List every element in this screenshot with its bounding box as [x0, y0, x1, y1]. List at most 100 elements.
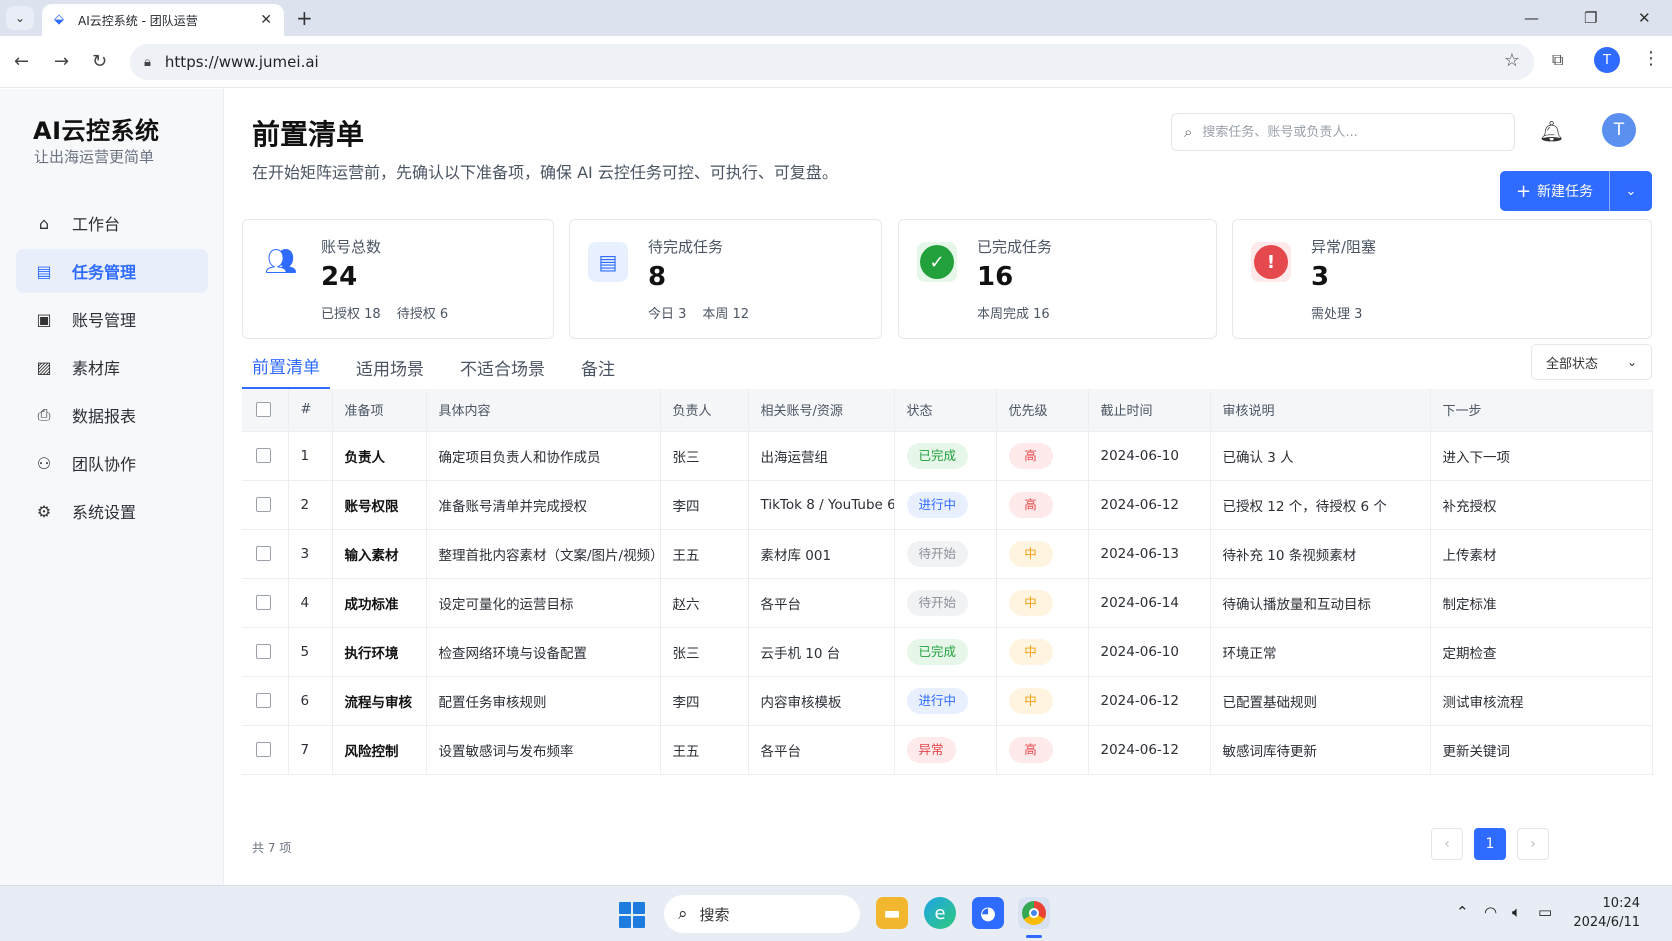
table-row[interactable]: 6 流程与审核 配置任务审核规则 李四 内容审核模板 进行中 中 2024-06-12 已配置基…: [242, 676, 1653, 726]
row-checkbox[interactable]: [256, 742, 271, 757]
back-icon[interactable]: ←: [14, 50, 29, 74]
volume-icon[interactable]: 🔈︎: [1512, 903, 1521, 921]
users-icon: 👥︎: [264, 247, 298, 277]
select-all-checkbox[interactable]: [256, 402, 271, 418]
table-row[interactable]: 2 账号权限 准备账号清单并完成授权 李四 TikTok 8 / YouTube 6 进行…: [242, 480, 1653, 530]
lock-icon[interactable]: 🔒︎: [144, 55, 151, 70]
new-tab-icon[interactable]: +: [296, 6, 313, 30]
edge-browser-icon[interactable]: e: [924, 897, 956, 929]
status-badge: 待开始: [906, 540, 969, 567]
sidebar-item-workbench[interactable]: ⌂ 工作台: [16, 201, 208, 245]
stat-card-completed: ✓ 已完成任务 16 本周完成 16: [898, 219, 1217, 339]
row-checkbox[interactable]: [256, 546, 271, 561]
sidebar-item-accounts[interactable]: ▣ 账号管理: [16, 297, 208, 341]
stat-value: 24: [321, 262, 358, 292]
column-header: 相关账号/资源: [748, 389, 895, 432]
reload-icon[interactable]: ↻: [92, 50, 107, 74]
sidebar-item-label: 账号管理: [72, 311, 137, 330]
extensions-icon[interactable]: ⧉: [1552, 50, 1563, 70]
row-checkbox[interactable]: [256, 497, 271, 512]
address-bar[interactable]: 🔒︎ https://www.jumei.ai ☆: [130, 44, 1534, 80]
prev-page-icon[interactable]: ‹: [1431, 828, 1463, 860]
cell-deadline: 2024-06-12: [1088, 725, 1211, 775]
row-checkbox[interactable]: [256, 595, 271, 610]
cell-resource: 各平台: [748, 578, 895, 628]
column-header: 具体内容: [426, 389, 661, 432]
tray-chevron-up-icon[interactable]: ⌃: [1456, 903, 1469, 921]
table-row[interactable]: 4 成功标准 设定可量化的运营目标 赵六 各平台 待开始 中 2024-06-14 待确认播放量…: [242, 578, 1653, 628]
tab-close-icon[interactable]: ✕: [260, 12, 272, 28]
restore-icon[interactable]: ❐: [1584, 6, 1597, 30]
priority-badge: 中: [1008, 589, 1053, 616]
cell-deadline: 2024-06-13: [1088, 529, 1211, 579]
cell-resource: 各平台: [748, 725, 895, 775]
cell-status: 已完成: [894, 431, 997, 481]
cell-resource: 内容审核模板: [748, 676, 895, 726]
page-button-current[interactable]: 1: [1474, 828, 1506, 860]
cell-content: 设定可量化的运营目标: [426, 578, 661, 628]
cell-owner: 赵六: [660, 578, 749, 628]
sidebar-item-reports[interactable]: ⎙ 数据报表: [16, 393, 208, 437]
file-explorer-icon[interactable]: ▬: [876, 897, 908, 929]
stat-value: 3: [1311, 262, 1330, 292]
user-avatar[interactable]: T: [1602, 113, 1636, 147]
notification-bell-icon[interactable]: 🔔︎: [1539, 119, 1564, 143]
image-icon: ▨: [36, 357, 52, 377]
taskbar-search[interactable]: ⌕ 搜索: [664, 895, 860, 933]
table-row[interactable]: 7 风险控制 设置敏感词与发布频率 王五 各平台 异常 高 2024-06-12 敏感词库待更新…: [242, 725, 1653, 775]
sidebar-item-team[interactable]: ⚇ 团队协作: [16, 441, 208, 485]
cell-deadline: 2024-06-10: [1088, 627, 1211, 677]
tab-notes[interactable]: 备注: [571, 344, 625, 390]
new-task-button[interactable]: + 新建任务 ⌄: [1500, 171, 1652, 211]
sidebar-item-tasks[interactable]: ▤ 任务管理: [16, 249, 208, 293]
row-select-cell: [242, 431, 289, 481]
table-row[interactable]: 1 负责人 确定项目负责人和协作成员 张三 出海运营组 已完成 高 2024-06-10 已确认…: [242, 431, 1653, 481]
row-checkbox[interactable]: [256, 448, 271, 463]
priority-badge: 高: [1008, 442, 1053, 469]
wifi-icon[interactable]: ◠: [1484, 903, 1497, 921]
tab-search-dropdown-icon[interactable]: ⌄: [6, 6, 34, 30]
next-page-icon[interactable]: ›: [1517, 828, 1549, 860]
minimize-icon[interactable]: —: [1524, 6, 1539, 30]
forward-icon[interactable]: →: [54, 50, 69, 74]
search-input[interactable]: [1202, 124, 1493, 140]
stat-label: 已完成任务: [977, 238, 1053, 256]
bookmark-star-icon[interactable]: ☆: [1504, 50, 1520, 71]
new-task-dropdown-icon[interactable]: ⌄: [1610, 184, 1652, 199]
account-card-icon: ▣: [36, 309, 52, 329]
row-checkbox[interactable]: [256, 693, 271, 708]
table-row[interactable]: 3 输入素材 整理首批内容素材（文案/图片/视频） 王五 素材库 001 待开始 中 2024…: [242, 529, 1653, 579]
sidebar-item-settings[interactable]: ⚙ 系统设置: [16, 489, 208, 533]
column-header: 准备项: [332, 389, 427, 432]
tab-checklist[interactable]: 前置清单: [242, 344, 330, 390]
cell-status: 进行中: [894, 480, 997, 530]
sidebar-item-materials[interactable]: ▨ 素材库: [16, 345, 208, 389]
tab-not-applicable[interactable]: 不适合场景: [450, 344, 555, 390]
search-icon: ⌕: [678, 904, 688, 924]
search-box[interactable]: ⌕: [1171, 113, 1515, 151]
taskbar-clock[interactable]: 10:24 2024/6/11: [1570, 894, 1640, 932]
status-badge: 已完成: [906, 638, 969, 665]
table-row[interactable]: 5 执行环境 检查网络环境与设备配置 张三 云手机 10 台已完成 中 2024-06-10…: [242, 627, 1653, 677]
home-icon: ⌂: [38, 213, 50, 233]
battery-icon[interactable]: ▭: [1538, 903, 1552, 921]
browser-menu-icon[interactable]: ⋮: [1642, 48, 1660, 69]
status-badge: 异常: [906, 736, 956, 763]
column-header: 负责人: [660, 389, 749, 432]
tab-applicable[interactable]: 适用场景: [346, 344, 434, 390]
cell-owner: 张三: [660, 627, 749, 677]
chat-app-icon[interactable]: ◕: [972, 897, 1004, 929]
close-window-icon[interactable]: ✕: [1638, 6, 1651, 30]
windows-start-icon[interactable]: [619, 902, 645, 928]
team-icon: ⚇: [36, 453, 52, 473]
browser-profile-avatar[interactable]: T: [1594, 47, 1620, 73]
row-checkbox[interactable]: [256, 644, 271, 659]
chrome-browser-icon[interactable]: [1018, 897, 1050, 929]
new-task-main[interactable]: + 新建任务: [1500, 171, 1610, 211]
browser-tab[interactable]: ⬙ AI云控系统 - 团队运营 ✕: [42, 4, 284, 36]
cell-next-step: 定期检查: [1430, 627, 1653, 677]
status-badge: 进行中: [906, 687, 969, 714]
sidebar-item-label: 工作台: [72, 215, 121, 234]
status-filter-select[interactable]: 全部状态 ⌄: [1531, 344, 1652, 380]
cell-status: 进行中: [894, 676, 997, 726]
